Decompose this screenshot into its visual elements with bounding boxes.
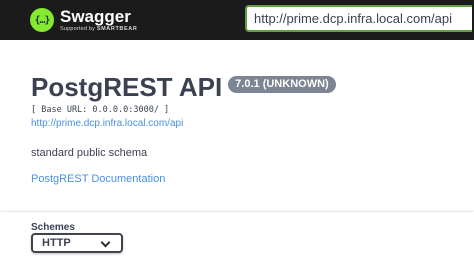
schemes-select[interactable]: HTTP — [31, 233, 123, 253]
logo-sub-prefix: Supported by — [60, 25, 96, 32]
logo-subtitle: Supported by SMARTBEAR — [60, 25, 138, 33]
logo-text: Swagger Supported by SMARTBEAR — [60, 8, 137, 33]
title-row: PostgREST API 7.0.1 (UNKNOWN) — [31, 70, 336, 104]
swagger-logo[interactable]: {…} Swagger Supported by SMARTBEAR — [30, 4, 137, 36]
logo-sub-brand: SMARTBEAR — [96, 25, 138, 32]
schemes-selected-value: HTTP — [42, 237, 71, 249]
version-badge: 7.0.1 (UNKNOWN) — [228, 76, 336, 93]
chevron-down-icon — [100, 237, 111, 248]
logo-name: Swagger — [60, 6, 131, 26]
schemes-label: Schemes — [31, 222, 75, 233]
documentation-link[interactable]: PostgREST Documentation — [31, 173, 336, 185]
topbar: {…} Swagger Supported by SMARTBEAR — [0, 0, 474, 40]
spec-url-link[interactable]: http://prime.dcp.infra.local.com/api — [31, 118, 336, 129]
api-description: standard public schema — [31, 147, 148, 159]
base-url: [ Base URL: 0.0.0.0:3000/ ] — [31, 105, 170, 115]
schemes-section: Schemes HTTP — [0, 212, 474, 273]
page-title: PostgREST API — [31, 72, 223, 102]
swagger-logo-icon: {…} — [30, 8, 54, 32]
api-info: PostgREST API 7.0.1 (UNKNOWN) [ Base URL… — [31, 70, 336, 185]
spec-url-input[interactable] — [245, 5, 472, 32]
